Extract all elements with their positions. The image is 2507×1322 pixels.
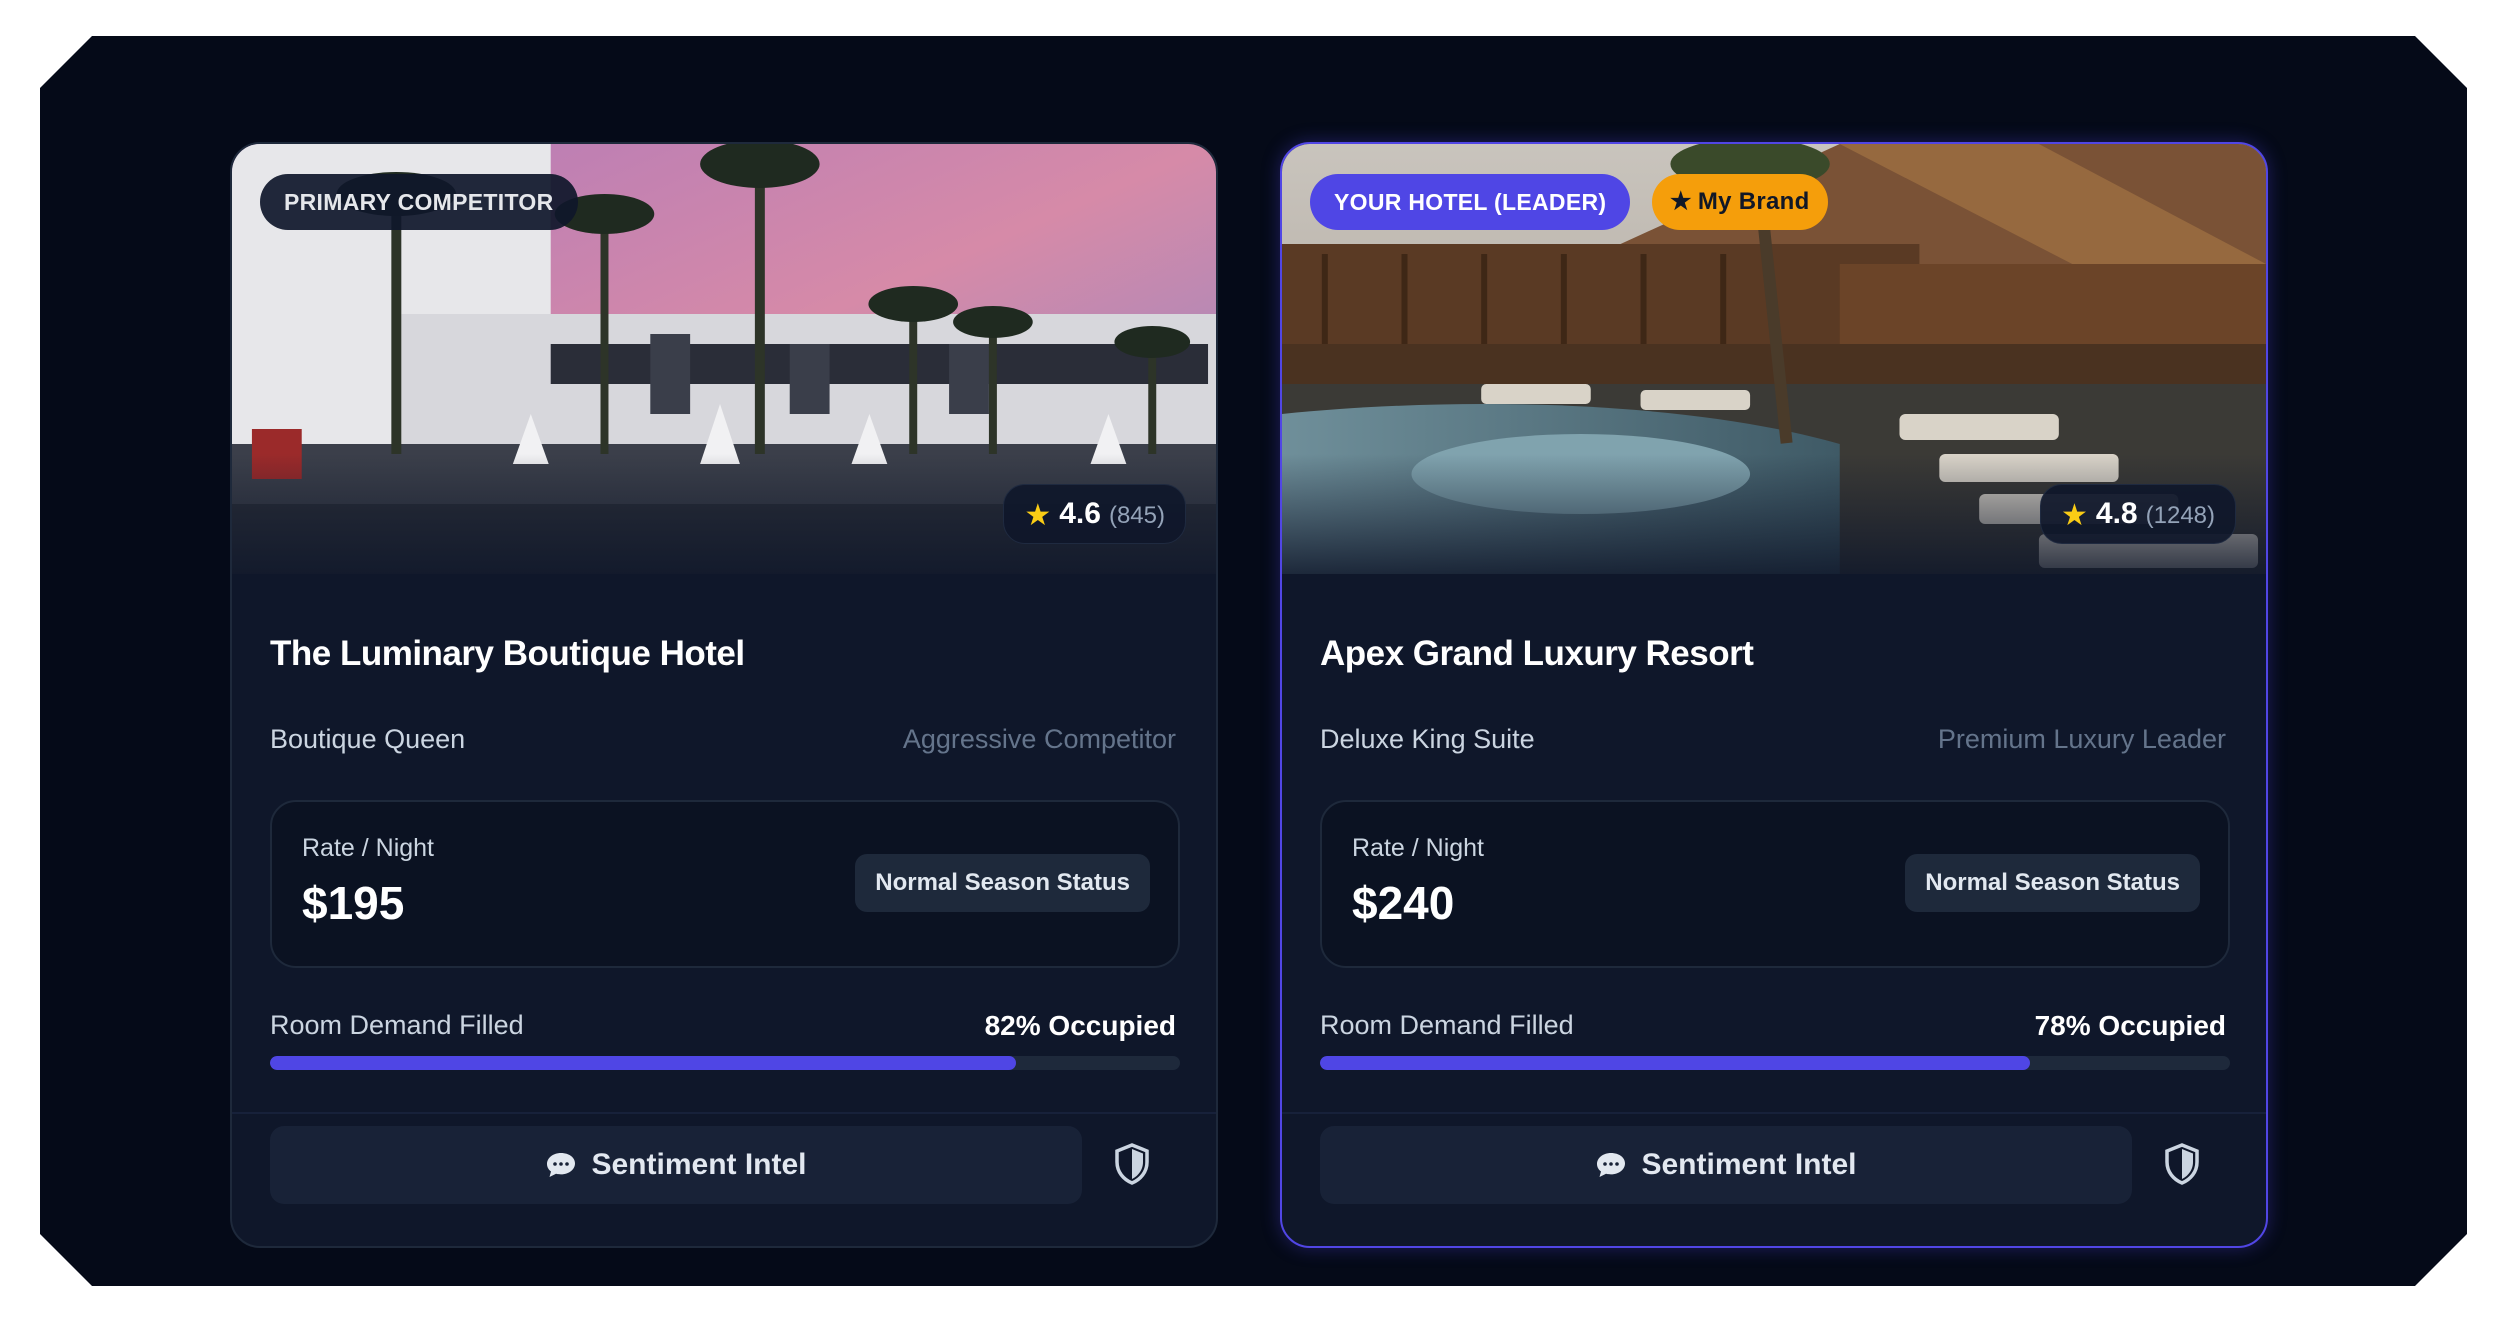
hotel-title: The Luminary Boutique Hotel	[270, 634, 745, 673]
season-status-badge: Normal Season Status	[1905, 854, 2200, 912]
rating-pill: ★ 4.8 (1248)	[2040, 484, 2236, 544]
rate-value: $240	[1352, 877, 1455, 929]
shield-button[interactable]	[2152, 1136, 2212, 1196]
hotel-title: Apex Grand Luxury Resort	[1320, 634, 1754, 673]
my-brand-badge: ★ My Brand	[1652, 174, 1828, 230]
shield-icon	[2163, 1143, 2201, 1190]
occupancy-bar-fill	[1320, 1056, 2030, 1070]
occupancy-value: 78% Occupied	[2034, 1010, 2226, 1041]
demand-label: Room Demand Filled	[1320, 1010, 1574, 1040]
star-icon: ★	[2061, 499, 2088, 532]
rating-score: 4.8	[2095, 497, 2138, 530]
occupancy-value: 82% Occupied	[984, 1010, 1176, 1041]
rating-count: (845)	[1108, 502, 1165, 529]
sentiment-intel-label: Sentiment Intel	[1641, 1148, 1857, 1181]
competitor-badge: PRIMARY COMPETITOR	[260, 174, 578, 230]
season-status-badge: Normal Season Status	[855, 854, 1150, 912]
shield-button[interactable]	[1102, 1136, 1162, 1196]
chat-icon	[1595, 1151, 1627, 1179]
hotel-card-competitor[interactable]: PRIMARY COMPETITOR ★ 4.6 (845) The Luminar…	[230, 142, 1218, 1248]
rate-panel: Rate / Night $240 Normal Season Status	[1320, 800, 2230, 968]
rate-panel: Rate / Night $195 Normal Season Status	[270, 800, 1180, 968]
sentiment-intel-label: Sentiment Intel	[591, 1148, 807, 1181]
star-icon: ★	[1670, 188, 1692, 215]
occupancy-bar	[270, 1056, 1180, 1070]
dashboard-frame: PRIMARY COMPETITOR ★ 4.6 (845) The Luminar…	[40, 36, 2467, 1286]
rating-count: (1248)	[2145, 502, 2215, 529]
own-hotel-badge: YOUR HOTEL (LEADER)	[1310, 174, 1630, 230]
rate-label: Rate / Night	[302, 834, 435, 862]
sentiment-intel-button[interactable]: Sentiment Intel	[1320, 1126, 2132, 1204]
room-type: Deluxe King Suite	[1320, 724, 1535, 754]
rating-pill: ★ 4.6 (845)	[1003, 484, 1186, 544]
room-type: Boutique Queen	[270, 724, 466, 754]
divider	[232, 1112, 1216, 1114]
chat-icon	[545, 1151, 577, 1179]
demand-label: Room Demand Filled	[270, 1010, 524, 1040]
market-positioning: Premium Luxury Leader	[1937, 724, 2226, 754]
market-positioning: Aggressive Competitor	[902, 724, 1176, 754]
hotel-card-own[interactable]: YOUR HOTEL (LEADER) ★ My Brand ★ 4.8 (1248)…	[1280, 142, 2268, 1248]
rate-label: Rate / Night	[1352, 834, 1485, 862]
occupancy-bar-fill	[270, 1056, 1016, 1070]
occupancy-bar	[1320, 1056, 2230, 1070]
sentiment-intel-button[interactable]: Sentiment Intel	[270, 1126, 1082, 1204]
rating-score: 4.6	[1059, 497, 1101, 530]
shield-icon	[1113, 1143, 1151, 1190]
star-icon: ★	[1024, 499, 1052, 532]
divider	[1282, 1112, 2266, 1114]
my-brand-label: My Brand	[1697, 188, 1810, 215]
rate-value: $195	[302, 877, 405, 929]
